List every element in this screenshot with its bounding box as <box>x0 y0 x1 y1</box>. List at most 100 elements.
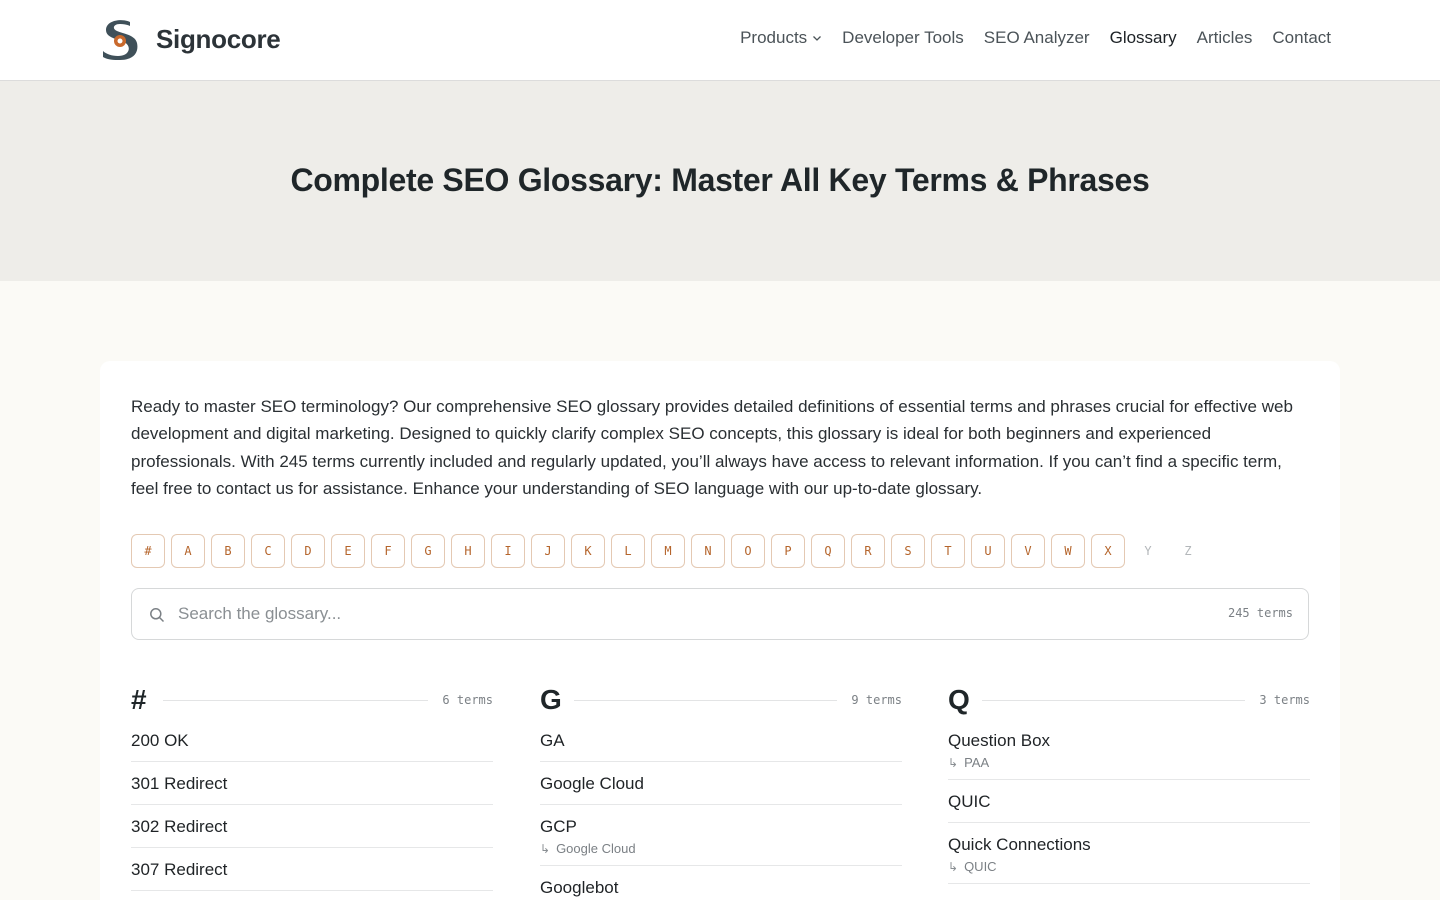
letter-button[interactable]: G <box>411 534 445 568</box>
letter-button-disabled: Z <box>1171 534 1205 568</box>
search-icon <box>150 608 165 623</box>
section-count: 6 terms <box>442 693 493 707</box>
term-item[interactable]: GCP ↳ Google Cloud <box>540 805 902 866</box>
letter-button[interactable]: P <box>771 534 805 568</box>
term-list: 200 OK 301 Redirect 302 Redirect 307 Redire… <box>131 726 493 891</box>
nav-products[interactable]: Products <box>740 28 822 48</box>
glossary-column-g: G 9 terms GA Google Cloud GCP ↳ Google Cloud… <box>540 683 902 900</box>
term-item[interactable]: Question Box ↳ PAA <box>948 726 1310 780</box>
letter-button[interactable]: U <box>971 534 1005 568</box>
term-item[interactable]: GA <box>540 726 902 762</box>
letter-button[interactable]: X <box>1091 534 1125 568</box>
term-name: 301 Redirect <box>131 774 228 793</box>
site-header: Signocore Products Developer Tools SEO A… <box>0 0 1440 81</box>
letter-button[interactable]: L <box>611 534 645 568</box>
term-alias: ↳ Google Cloud <box>540 841 902 856</box>
term-list: GA Google Cloud GCP ↳ Google Cloud Googlebot <box>540 726 902 900</box>
alias-text: Google Cloud <box>556 841 636 856</box>
term-item[interactable]: 200 OK <box>131 726 493 762</box>
letter-index: # A B C D E F G H I J K L M N O P Q R S T U V W X Y Z <box>131 534 1211 568</box>
divider <box>573 699 838 701</box>
term-name: GA <box>540 731 565 750</box>
alias-arrow-icon: ↳ <box>948 755 959 770</box>
nav-label: Glossary <box>1109 28 1177 47</box>
nav-label: Articles <box>1196 28 1253 47</box>
letter-button[interactable]: V <box>1011 534 1045 568</box>
glossary-column-q: Q 3 terms Question Box ↳ PAA QUIC Quick Conn… <box>948 683 1310 884</box>
letter-button[interactable]: A <box>171 534 205 568</box>
glossary-card: Ready to master SEO terminology? Our com… <box>100 361 1340 900</box>
hero-banner: Complete SEO Glossary: Master All Key Te… <box>0 81 1440 281</box>
section-letter: # <box>131 684 147 715</box>
term-item[interactable]: Quick Connections ↳ QUIC <box>948 823 1310 884</box>
nav-articles[interactable]: Articles <box>1197 28 1253 48</box>
search-box: 245 terms <box>131 588 1309 640</box>
term-list: Question Box ↳ PAA QUIC Quick Connections ↳ QU… <box>948 726 1310 884</box>
letter-button[interactable]: C <box>251 534 285 568</box>
nav-contact[interactable]: Contact <box>1272 28 1331 48</box>
letter-button[interactable]: E <box>331 534 365 568</box>
brand-logo[interactable]: Signocore <box>100 18 281 60</box>
letter-button[interactable]: Q <box>811 534 845 568</box>
nav-glossary[interactable]: Glossary <box>1110 28 1177 48</box>
chevron-down-icon <box>813 36 822 41</box>
term-name: GCP <box>540 817 577 836</box>
letter-button[interactable]: R <box>851 534 885 568</box>
letter-button[interactable]: # <box>131 534 165 568</box>
nav-developer-tools[interactable]: Developer Tools <box>842 28 964 48</box>
alias-text: QUIC <box>964 859 997 874</box>
section-letter: G <box>540 684 562 715</box>
letter-button[interactable]: F <box>371 534 405 568</box>
term-item[interactable]: Googlebot <box>540 866 902 900</box>
term-name: 302 Redirect <box>131 817 228 836</box>
signocore-logo-icon <box>103 20 138 60</box>
alias-arrow-icon: ↳ <box>948 859 959 874</box>
letter-button[interactable]: M <box>651 534 685 568</box>
letter-button[interactable]: O <box>731 534 765 568</box>
divider <box>163 699 429 701</box>
letter-button[interactable]: B <box>211 534 245 568</box>
letter-button[interactable]: T <box>931 534 965 568</box>
nav-label: Contact <box>1272 28 1331 47</box>
section-letter: Q <box>948 684 970 715</box>
term-name: Google Cloud <box>540 774 644 793</box>
intro-text: Ready to master SEO terminology? Our com… <box>131 397 1293 499</box>
term-name: QUIC <box>948 792 991 811</box>
nav-label: Developer Tools <box>842 28 964 47</box>
brand-name: Signocore <box>156 23 281 54</box>
letter-button[interactable]: K <box>571 534 605 568</box>
nav-seo-analyzer[interactable]: SEO Analyzer <box>984 28 1090 48</box>
term-name: 307 Redirect <box>131 860 228 879</box>
section-count: 3 terms <box>1259 693 1310 707</box>
letter-button[interactable]: H <box>451 534 485 568</box>
term-item[interactable]: QUIC <box>948 780 1310 823</box>
term-item[interactable]: 302 Redirect <box>131 805 493 848</box>
section-header: # 6 terms <box>131 683 493 717</box>
term-item[interactable]: 307 Redirect <box>131 848 493 891</box>
section-header: G 9 terms <box>540 683 902 717</box>
glossary-column-hash: # 6 terms 200 OK 301 Redirect 302 Redirect… <box>131 683 493 891</box>
page-title: Complete SEO Glossary: Master All Key Te… <box>290 162 1150 198</box>
total-term-count: 245 terms <box>1227 606 1293 620</box>
term-name: Googlebot <box>540 878 619 897</box>
term-alias: ↳ PAA <box>948 755 1310 770</box>
letter-button-disabled: Y <box>1131 534 1165 568</box>
section-count: 9 terms <box>851 693 902 707</box>
term-name: Question Box <box>948 731 1051 750</box>
alias-text: PAA <box>964 755 990 770</box>
letter-button[interactable]: W <box>1051 534 1085 568</box>
letter-button[interactable]: D <box>291 534 325 568</box>
search-input[interactable] <box>178 599 1178 629</box>
letter-button[interactable]: N <box>691 534 725 568</box>
term-item[interactable]: Google Cloud <box>540 762 902 805</box>
section-header: Q 3 terms <box>948 683 1310 717</box>
term-item[interactable]: 301 Redirect <box>131 762 493 805</box>
alias-arrow-icon: ↳ <box>540 841 551 856</box>
nav-label: Products <box>740 28 808 47</box>
letter-button[interactable]: I <box>491 534 525 568</box>
letter-button[interactable]: J <box>531 534 565 568</box>
term-alias: ↳ QUIC <box>948 859 1310 874</box>
term-name: 200 OK <box>131 731 189 750</box>
letter-button[interactable]: S <box>891 534 925 568</box>
main-nav: Products Developer Tools SEO Analyzer Gl… <box>720 28 1331 48</box>
